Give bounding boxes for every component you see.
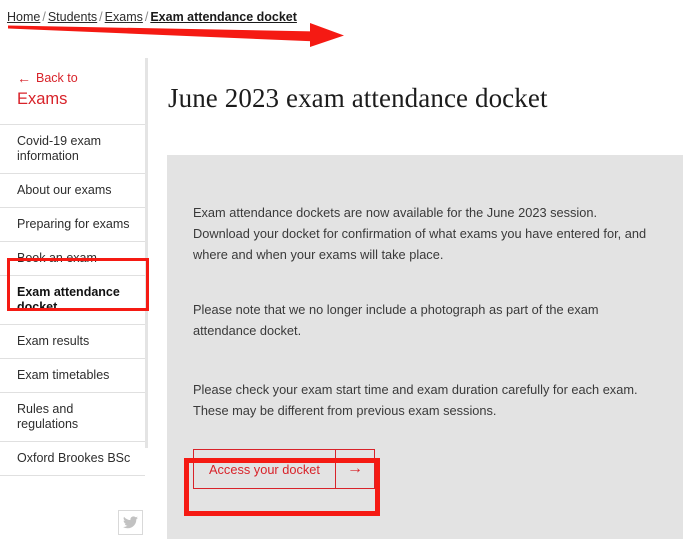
sidebar-item-exam-attendance-docket[interactable]: Exam attendance docket — [0, 276, 145, 325]
sidebar-item-rules-and-regulations[interactable]: Rules and regulations — [0, 393, 145, 442]
breadcrumb-item-current: Exam attendance docket — [150, 10, 297, 24]
access-your-docket-label: Access your docket — [194, 450, 335, 488]
access-your-docket-button[interactable]: Access your docket → — [193, 449, 375, 489]
paragraph-photograph-note: Please note that we no longer include a … — [193, 299, 651, 341]
twitter-icon — [123, 516, 138, 529]
breadcrumb-item-home[interactable]: Home — [7, 10, 40, 24]
back-link-prefix: Back to — [36, 71, 78, 85]
breadcrumb-item-students[interactable]: Students — [48, 10, 97, 24]
breadcrumb: Home/Students/Exams/Exam attendance dock… — [7, 9, 297, 25]
breadcrumb-separator: / — [97, 9, 104, 25]
main-content: June 2023 exam attendance docket Exam at… — [166, 58, 699, 539]
back-link-target: Exams — [17, 90, 145, 109]
breadcrumb-separator: / — [40, 9, 47, 25]
sidebar-item-exam-timetables[interactable]: Exam timetables — [0, 359, 145, 393]
page-title: June 2023 exam attendance docket — [166, 81, 699, 115]
sidebar-item-exam-results[interactable]: Exam results — [0, 325, 145, 359]
paragraph-availability: Exam attendance dockets are now availabl… — [193, 202, 651, 265]
arrow-left-icon: ← — [17, 71, 36, 85]
content-panel: Exam attendance dockets are now availabl… — [167, 155, 683, 539]
sidebar-item-book-an-exam[interactable]: Book an exam — [0, 242, 145, 276]
sidebar-nav-list: Covid-19 exam information About our exam… — [0, 124, 145, 476]
sidebar-item-covid-19-exam-information[interactable]: Covid-19 exam information — [0, 125, 145, 174]
back-link-row: ←Back to — [17, 71, 145, 85]
sidebar-item-about-our-exams[interactable]: About our exams — [0, 174, 145, 208]
sidebar: ←Back to Exams Covid-19 exam information… — [0, 58, 148, 448]
sidebar-item-preparing-for-exams[interactable]: Preparing for exams — [0, 208, 145, 242]
breadcrumb-item-exams[interactable]: Exams — [105, 10, 143, 24]
back-to-exams-link[interactable]: ←Back to Exams — [0, 58, 145, 124]
twitter-link[interactable] — [118, 510, 143, 535]
paragraph-start-time-note: Please check your exam start time and ex… — [193, 379, 651, 421]
arrow-right-icon: → — [335, 450, 374, 488]
sidebar-item-oxford-brookes-bsc[interactable]: Oxford Brookes BSc — [0, 442, 145, 476]
